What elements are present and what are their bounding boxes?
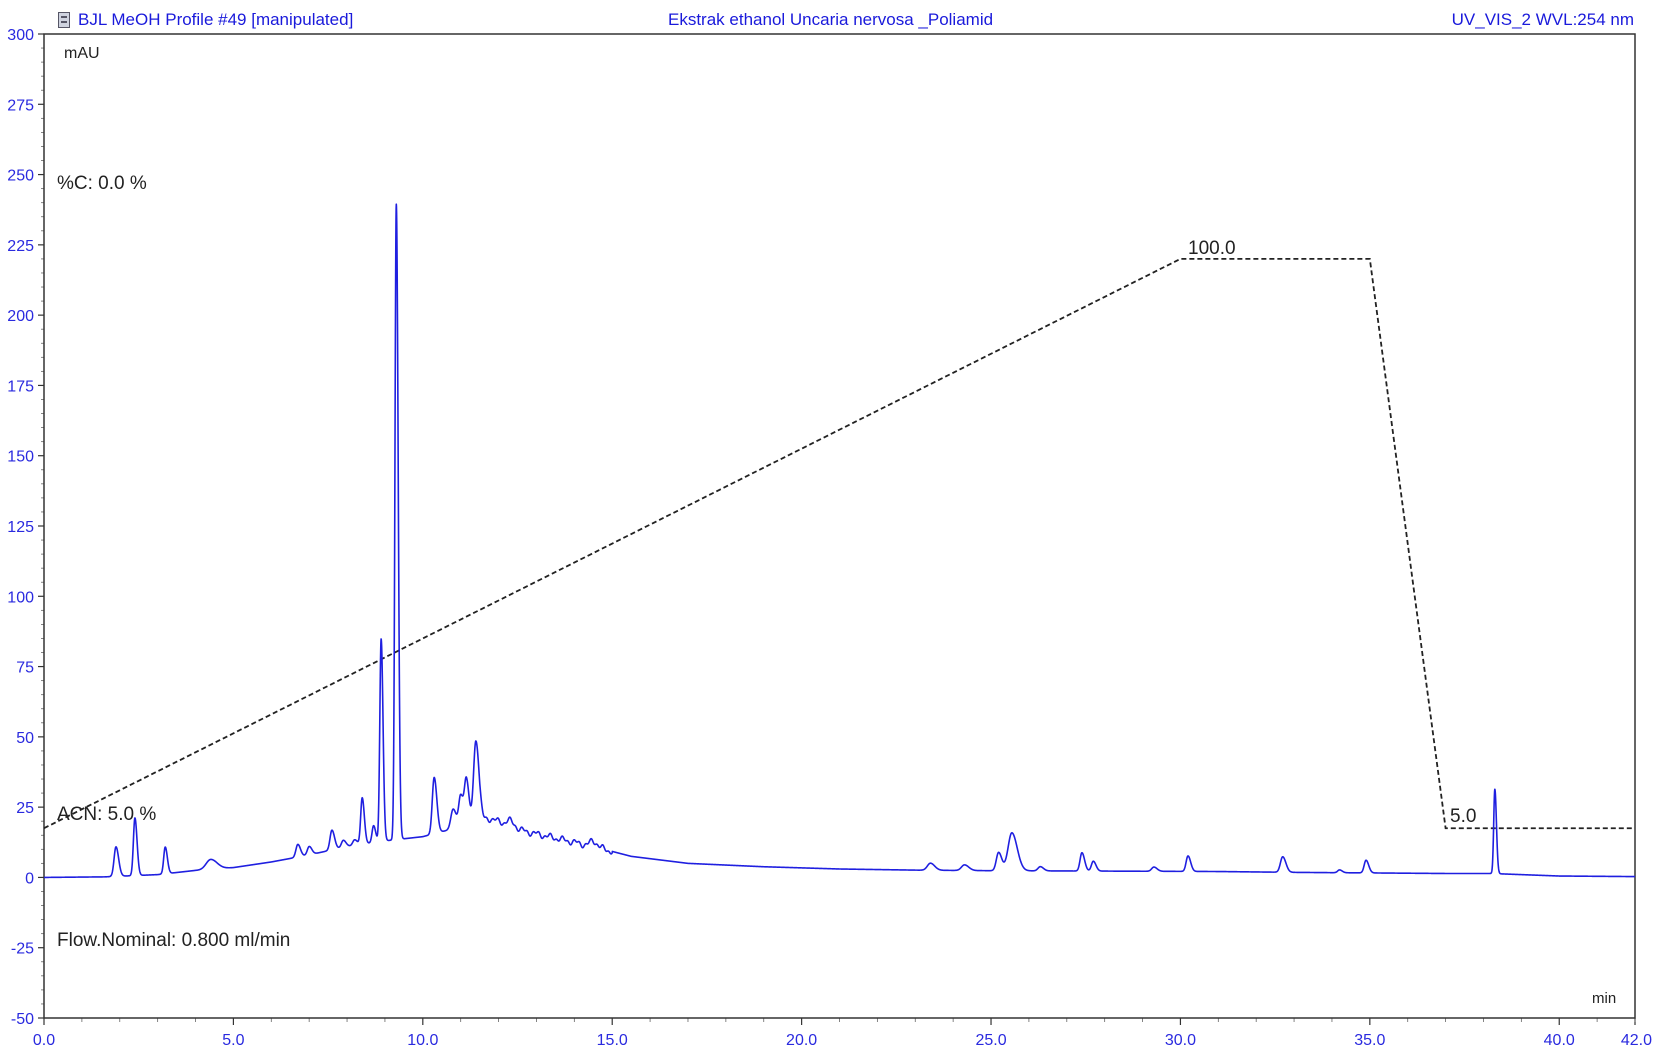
x-tick-label: 10.0: [407, 1032, 438, 1049]
tick-labels: -50 -25 0 25 50 75 100 125 150 175 200 225 250 275 300…: [7, 27, 1652, 1049]
x-axis-unit: min: [1592, 990, 1616, 1007]
y-tick-label: 300: [7, 27, 34, 44]
x-tick-label: 0.0: [33, 1032, 55, 1049]
axis-ticks: [38, 33, 1636, 1025]
y-tick-label: 225: [7, 238, 34, 255]
y-axis-unit: mAU: [64, 45, 100, 62]
y-tick-label: -25: [11, 941, 34, 958]
y-tick-label: 250: [7, 168, 34, 185]
chromatogram-chart: -50 -25 0 25 50 75 100 125 150 175 200 225 250 275 300…: [7, 27, 1652, 1049]
y-tick-label: 25: [16, 800, 34, 817]
y-tick-label: 50: [16, 730, 34, 747]
x-tick-label: 35.0: [1354, 1032, 1385, 1049]
x-tick-label: 5.0: [222, 1032, 244, 1049]
y-tick-label: 150: [7, 449, 34, 466]
chromatogram-trace: [43, 203, 1636, 879]
y-tick-label: 0: [25, 870, 34, 887]
x-tick-label: 15.0: [597, 1032, 628, 1049]
x-tick-label: 25.0: [975, 1032, 1006, 1049]
x-tick-label: 42.0: [1621, 1032, 1652, 1049]
y-tick-label: 275: [7, 97, 34, 114]
y-tick-label: 100: [7, 589, 34, 606]
x-tick-label: 20.0: [786, 1032, 817, 1049]
x-tick-label: 40.0: [1544, 1032, 1575, 1049]
acn-label: ACN: 5.0 %: [57, 804, 156, 825]
y-tick-label: 75: [16, 660, 34, 677]
flow-label: Flow.Nominal: 0.800 ml/min: [57, 930, 290, 951]
y-tick-label: 175: [7, 378, 34, 395]
y-tick-label: 125: [7, 519, 34, 536]
percent-c-label: %C: 0.0 %: [57, 173, 147, 194]
gradient-profile-line: [43, 258, 1635, 830]
y-tick-label: 200: [7, 308, 34, 325]
gradient-high-label: 100.0: [1188, 238, 1236, 259]
plot-area: [43, 33, 1636, 1019]
y-tick-label: -50: [11, 1011, 34, 1028]
x-tick-label: 30.0: [1165, 1032, 1196, 1049]
gradient-low-label: 5.0: [1450, 806, 1476, 827]
